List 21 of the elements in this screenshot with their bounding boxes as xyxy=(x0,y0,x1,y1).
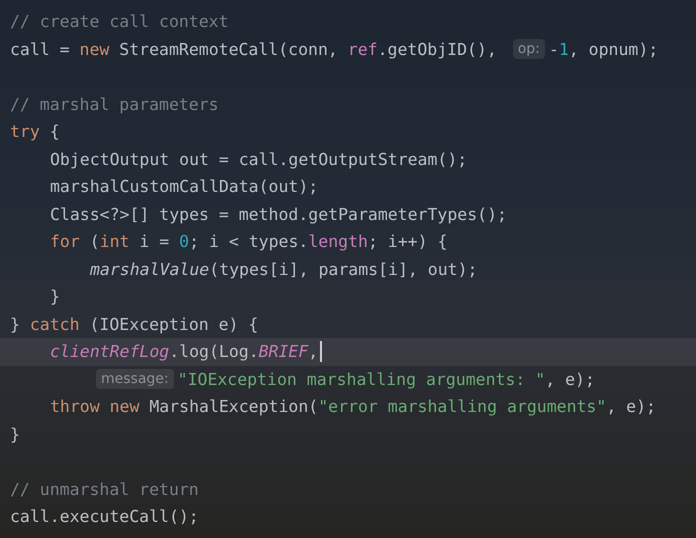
code-text: Class<?>[] types = method.getParameterTypes(); xyxy=(50,204,507,224)
code-text: marshalCustomCallData(out); xyxy=(50,177,318,196)
code-text: call = new StreamRemoteCall(conn, ref.getObjID(), xyxy=(10,40,498,59)
code-text: for (int i = 0; i < types.length; i++) { xyxy=(50,232,448,252)
code-text: throw new MarshalException("error marshalling arguments", e); xyxy=(50,397,656,416)
code-text: call.executeCall(); xyxy=(10,507,199,526)
code-text: } xyxy=(10,424,20,444)
code-text: // create call context xyxy=(10,12,229,32)
parameter-hint: op: xyxy=(512,39,545,60)
code-text: clientRefLog.log(Log.BRIEF, xyxy=(50,342,318,362)
parameter-hint: message: xyxy=(96,369,174,390)
code-text: try { xyxy=(10,122,60,142)
text-cursor xyxy=(320,341,322,362)
code-text: // marshal parameters xyxy=(10,94,219,114)
code-text: -1, opnum); xyxy=(548,40,658,59)
code-text: "IOException marshalling arguments: ", e); xyxy=(178,370,595,389)
code-text: } catch (IOException e) { xyxy=(10,314,258,334)
code-text: marshalValue(types[i], params[i], out); xyxy=(90,260,478,279)
code-text: ObjectOutput out = call.getOutputStream(); xyxy=(50,150,468,169)
code-text: } xyxy=(50,287,60,306)
code-text: // unmarshal return xyxy=(10,480,199,499)
